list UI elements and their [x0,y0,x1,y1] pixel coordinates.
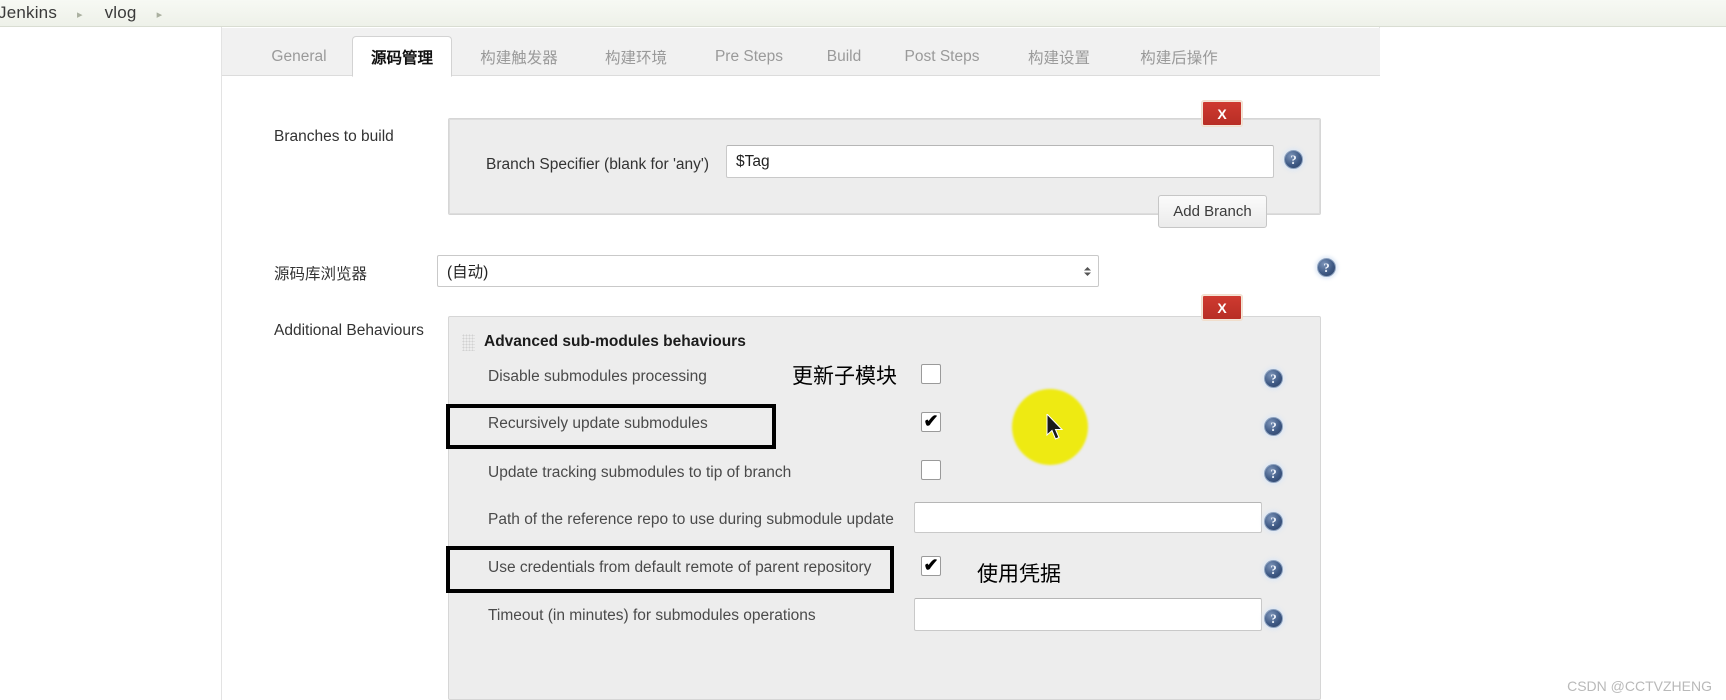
watermark-text: CSDN @CCTVZHENG [1567,678,1712,694]
repo-browser-selected-value: (自动) [447,264,489,281]
option-label-disable-submodules: Disable submodules processing [488,368,707,385]
help-icon-recursively-update[interactable]: ? [1264,417,1283,436]
help-icon-disable-submodules[interactable]: ? [1264,369,1283,388]
breadcrumb-item-jenkins[interactable]: Jenkins [0,3,63,23]
help-icon-use-credentials[interactable]: ? [1264,560,1283,579]
check-icon-2: ✔ [923,555,939,575]
branch-specifier-label: Branch Specifier (blank for 'any') [486,156,710,173]
submodules-panel-title: Advanced sub-modules behaviours [484,333,746,350]
check-icon: ✔ [923,411,939,431]
checkbox-disable-submodules[interactable] [921,364,941,384]
option-label-update-tracking: Update tracking submodules to tip of bra… [488,464,792,481]
tab-general[interactable]: General [250,37,348,76]
additional-behaviours-delete-button[interactable]: X [1202,295,1242,320]
tab-build-triggers[interactable]: 构建触发器 [456,37,582,76]
mouse-cursor-icon [1046,414,1064,440]
branches-to-build-label: Branches to build [274,128,394,145]
chevron-down-icon [1083,265,1092,277]
help-icon-reference-repo-path[interactable]: ? [1264,512,1283,531]
checkbox-update-tracking[interactable] [921,460,941,480]
option-label-timeout: Timeout (in minutes) for submodules oper… [488,607,816,624]
repo-browser-help-icon[interactable]: ? [1317,258,1336,277]
config-content: Branches to build X Branch Specifier (bl… [222,76,1380,700]
help-icon-timeout[interactable]: ? [1264,609,1283,628]
tab-build[interactable]: Build [806,37,882,76]
additional-behaviours-label: Additional Behaviours [274,322,424,339]
tab-post-steps[interactable]: Post Steps [884,37,1000,76]
breadcrumb-item-vlog[interactable]: vlog [99,3,143,23]
option-label-reference-repo-path: Path of the reference repo to use during… [488,511,894,528]
input-reference-repo-path[interactable] [914,502,1262,533]
branch-specifier-help-icon[interactable]: ? [1284,150,1303,169]
checkbox-recursively-update[interactable]: ✔ [921,412,941,432]
tab-build-environment[interactable]: 构建环境 [581,37,691,76]
annotation-box-use-credentials [446,546,894,593]
branch-specifier-input[interactable]: $Tag [726,145,1274,178]
help-icon-update-tracking[interactable]: ? [1264,464,1283,483]
tab-build-settings[interactable]: 构建设置 [1004,37,1114,76]
repo-browser-select[interactable]: (自动) [437,255,1099,287]
repo-browser-label: 源码库浏览器 [274,266,368,283]
tab-source-management[interactable]: 源码管理 [352,36,452,77]
add-branch-button[interactable]: Add Branch [1158,195,1267,228]
config-tab-bar: General 源码管理 构建触发器 构建环境 Pre Steps Build … [222,28,1380,77]
branches-delete-button[interactable]: X [1202,101,1242,126]
input-timeout[interactable] [914,598,1262,631]
breadcrumb: Jenkins ▸ vlog ▸ [0,0,1726,27]
chevron-down-svg [1084,266,1091,276]
annotation-text-update-submodule: 更新子模块 [792,364,897,388]
page-canvas: General 源码管理 构建触发器 构建环境 Pre Steps Build … [0,27,1726,700]
tab-pre-steps[interactable]: Pre Steps [695,37,803,76]
tab-post-build-actions[interactable]: 构建后操作 [1116,37,1242,76]
checkbox-use-credentials[interactable]: ✔ [921,556,941,576]
drag-handle-icon[interactable] [462,334,475,351]
breadcrumb-separator-icon: ▸ [77,8,83,21]
annotation-box-recursively-update [446,404,776,449]
right-empty-pane [1381,27,1726,700]
breadcrumb-separator-icon-2: ▸ [156,8,163,21]
annotation-text-use-credentials: 使用凭据 [977,562,1061,586]
